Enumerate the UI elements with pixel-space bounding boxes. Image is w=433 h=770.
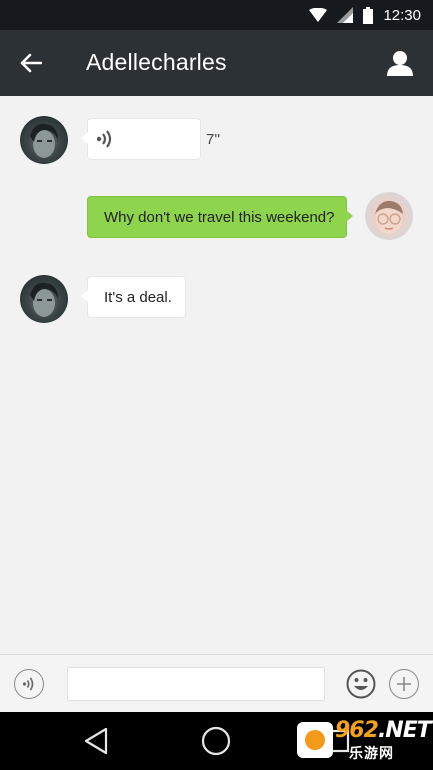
- user-portrait-image: [375, 200, 403, 234]
- message-text: It's a deal.: [104, 288, 172, 306]
- nav-back-button[interactable]: [78, 724, 114, 758]
- message-text: Why don't we travel this weekend?: [104, 208, 335, 226]
- navigation-bar: 962.NET 乐游网: [0, 712, 433, 770]
- nav-back-icon: [84, 727, 108, 755]
- incoming-message-bubble[interactable]: It's a deal.: [81, 276, 186, 318]
- back-button[interactable]: [14, 47, 48, 79]
- outgoing-message-bubble[interactable]: Why don't we travel this weekend?: [87, 196, 353, 238]
- battery-icon: [363, 6, 374, 24]
- status-icons: 12:30: [309, 5, 421, 25]
- status-time: 12:30: [383, 6, 421, 24]
- voice-wave-icon: [22, 677, 34, 691]
- contact-avatar[interactable]: [20, 275, 68, 323]
- nav-home-button[interactable]: [198, 724, 234, 758]
- wifi-icon: [309, 8, 328, 22]
- voice-wave-icon: [96, 130, 112, 148]
- chat-area: 7'' Why don't we travel this weekend? It…: [0, 96, 433, 654]
- cell-signal-icon: [337, 7, 354, 23]
- person-icon: [387, 51, 413, 76]
- contact-avatar[interactable]: [20, 116, 68, 164]
- plus-button[interactable]: [389, 669, 419, 699]
- contact-portrait-image: [30, 123, 58, 158]
- contact-portrait-image: [30, 282, 58, 317]
- status-bar: 12:30: [0, 0, 433, 30]
- profile-button[interactable]: [383, 47, 417, 79]
- nav-home-icon: [201, 726, 231, 756]
- watermark-badge-icon: [297, 722, 333, 758]
- watermark-logo: 962.NET 乐游网: [297, 718, 432, 762]
- voice-message-bubble[interactable]: [81, 118, 201, 160]
- watermark-brand: 962.NET: [335, 718, 432, 743]
- my-avatar[interactable]: [365, 192, 413, 240]
- smiley-icon[interactable]: [346, 669, 376, 699]
- plus-icon: [397, 677, 411, 691]
- chat-title: Adellecharles: [86, 49, 227, 75]
- voice-duration: 7'': [206, 131, 221, 148]
- watermark-subtitle: 乐游网: [349, 746, 394, 762]
- app-bar: Adellecharles: [0, 30, 433, 96]
- arrow-left-icon: [20, 53, 42, 73]
- message-input[interactable]: [67, 667, 325, 701]
- voice-input-button[interactable]: [14, 669, 44, 699]
- input-bar: [0, 654, 433, 712]
